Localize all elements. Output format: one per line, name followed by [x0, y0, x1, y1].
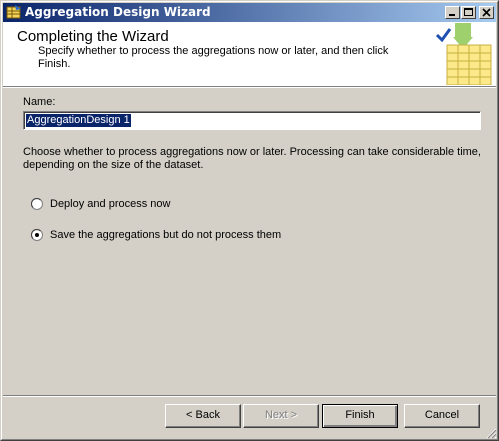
back-button[interactable]: < Back [165, 404, 241, 428]
wizard-checkmark-table-icon [435, 23, 492, 85]
footer-divider [3, 395, 496, 397]
radio-unselected-icon [31, 198, 43, 210]
back-button-label: < Back [186, 409, 220, 421]
page-subtitle: Specify whether to process the aggregati… [38, 45, 389, 70]
minimize-icon [449, 14, 455, 16]
page-title: Completing the Wizard [17, 28, 169, 45]
app-icon [6, 5, 21, 19]
window-title: Aggregation Design Wizard [25, 5, 211, 19]
name-field-value: AggregationDesign 1 [26, 114, 131, 127]
name-label: Name: [23, 96, 56, 108]
minimize-button[interactable] [445, 6, 460, 19]
name-field[interactable]: AggregationDesign 1 [23, 111, 481, 130]
cancel-button-label: Cancel [424, 409, 460, 421]
next-button-label: Next > [264, 409, 298, 421]
header-divider [3, 86, 496, 88]
wizard-window: Aggregation Design Wizard Completing the… [0, 0, 499, 441]
title-bar[interactable]: Aggregation Design Wizard [3, 3, 496, 22]
close-icon [482, 8, 491, 17]
finish-button-label: Finish [345, 409, 375, 421]
finish-button[interactable]: Finish [322, 404, 398, 428]
close-button[interactable] [479, 6, 494, 19]
wizard-header: Completing the Wizard Specify whether to… [3, 22, 496, 86]
processing-description: Choose whether to process aggregations n… [23, 146, 481, 171]
next-button[interactable]: Next > [243, 404, 319, 428]
resize-grip-icon[interactable] [485, 427, 497, 439]
option-save-label: Save the aggregations but do not process… [50, 229, 282, 241]
maximize-icon [464, 8, 473, 16]
maximize-button[interactable] [461, 6, 476, 19]
radio-selected-icon [31, 229, 43, 241]
cancel-button[interactable]: Cancel [404, 404, 480, 428]
option-deploy-label: Deploy and process now [50, 198, 171, 210]
